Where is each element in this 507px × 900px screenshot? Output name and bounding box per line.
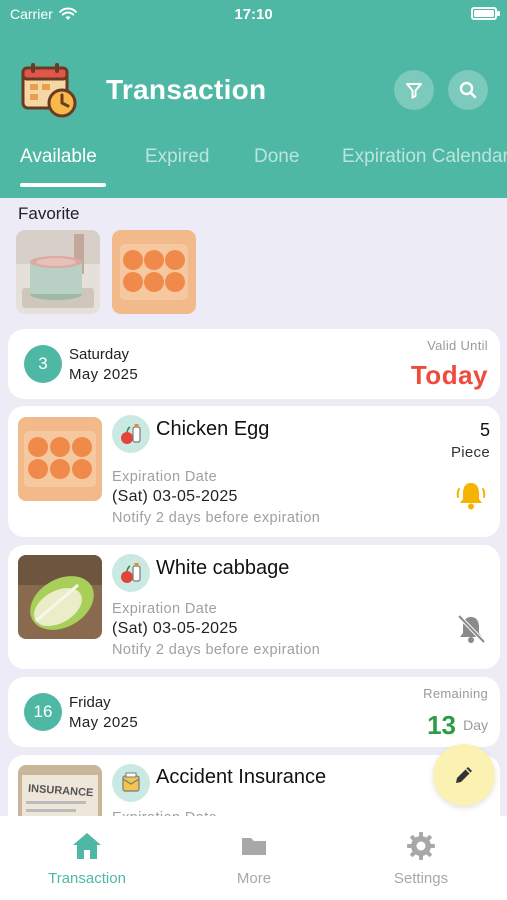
gear-icon [407, 832, 435, 860]
filter-icon [406, 83, 422, 99]
expiration-date: (Sat) 03-05-2025 [112, 488, 238, 505]
food-category-icon [112, 415, 150, 453]
tab-expiration-calendar[interactable]: Expiration Calendar [342, 146, 507, 168]
bell-active-icon[interactable] [454, 479, 488, 513]
month-year-label: May 2025 [69, 714, 139, 731]
day-number-badge: 16 [24, 693, 62, 731]
search-icon [459, 81, 477, 99]
search-button[interactable] [448, 70, 488, 110]
tab-bar: Available Expired Done Expiration Calend… [0, 146, 507, 188]
day-number-badge: 3 [24, 345, 62, 383]
eggs-image [112, 230, 196, 314]
nav-transaction-label: Transaction [48, 870, 126, 887]
food-icon [121, 563, 141, 583]
item-quantity: 5 [479, 420, 490, 440]
remaining-days: 13 [427, 710, 456, 740]
tab-available[interactable]: Available [20, 146, 97, 168]
tab-expired[interactable]: Expired [145, 146, 209, 168]
expiration-label: Expiration Date [112, 469, 218, 485]
month-year-label: May 2025 [69, 366, 139, 383]
remaining-label: Remaining [423, 686, 488, 701]
bell-off-icon[interactable] [454, 612, 488, 646]
container-image [16, 230, 100, 314]
nav-settings[interactable]: Settings [361, 830, 481, 887]
favorite-item-container[interactable] [16, 230, 100, 314]
page-title: Transaction [106, 74, 267, 105]
expiration-label: Expiration Date [112, 601, 218, 617]
tab-done[interactable]: Done [254, 146, 299, 168]
today-label: Today [410, 360, 488, 390]
pencil-icon [456, 767, 472, 783]
date-group-header: 3 Saturday May 2025 Valid Until Today [8, 329, 500, 399]
weekday-label: Saturday [69, 346, 130, 363]
nav-settings-label: Settings [393, 870, 449, 887]
calendar-clock-logo [21, 63, 77, 118]
item-card[interactable]: White cabbage Expiration Date (Sat) 03-0… [8, 545, 500, 669]
item-unit: Piece [450, 444, 490, 461]
item-thumbnail [18, 417, 102, 501]
nav-more[interactable]: More [194, 830, 314, 887]
item-thumbnail [18, 555, 102, 639]
expiration-date: (Sat) 03-05-2025 [112, 620, 238, 637]
cabbage-image [18, 555, 102, 639]
eggs-image [18, 417, 102, 501]
item-name: Accident Insurance [156, 766, 327, 788]
edit-fab-button[interactable] [433, 744, 495, 806]
nav-more-label: More [236, 870, 272, 887]
valid-until-label: Valid Until [427, 338, 488, 353]
item-name: White cabbage [156, 557, 290, 579]
item-name: Chicken Egg [156, 418, 270, 440]
item-card[interactable]: Chicken Egg 5 Piece Expiration Date (Sat… [8, 406, 500, 537]
document-icon [122, 772, 140, 792]
date-group-header: 16 Friday May 2025 Remaining 13 Day [8, 677, 500, 747]
folder-icon [242, 838, 266, 855]
remaining-unit: Day [463, 717, 488, 733]
document-category-icon [112, 764, 150, 802]
food-icon [121, 424, 141, 444]
status-time: 17:10 [234, 6, 273, 23]
app-header: Carrier 17:10 Transaction Available Expi… [0, 0, 507, 198]
bottom-navigation: Transaction More Settings [0, 816, 507, 900]
nav-transaction[interactable]: Transaction [27, 830, 147, 887]
home-icon [73, 833, 101, 859]
favorite-item-eggs[interactable] [112, 230, 196, 314]
notify-text: Notify 2 days before expiration [112, 642, 321, 658]
favorite-title: Favorite [18, 204, 80, 223]
food-category-icon [112, 554, 150, 592]
filter-button[interactable] [394, 70, 434, 110]
weekday-label: Friday [69, 694, 111, 711]
notify-text: Notify 2 days before expiration [112, 510, 321, 526]
status-bar: Carrier 17:10 [0, 0, 507, 30]
battery-icon [471, 7, 500, 20]
tab-indicator [20, 183, 106, 187]
